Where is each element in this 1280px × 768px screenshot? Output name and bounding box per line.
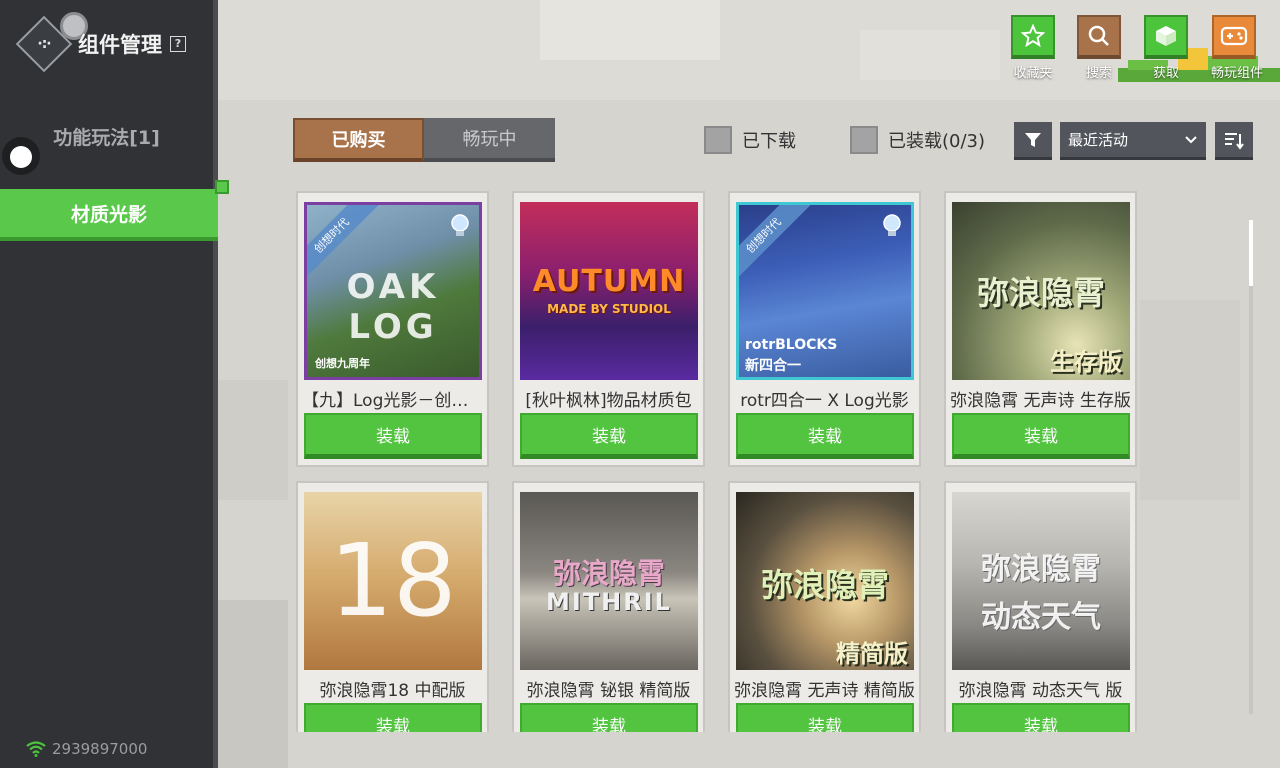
sort-order-button[interactable] (1215, 122, 1253, 160)
thumb-title: 弥浪隐霄 (760, 566, 889, 604)
search-button[interactable] (1077, 15, 1121, 59)
nav-indicator-dot (10, 146, 32, 168)
funnel-icon (1025, 132, 1041, 147)
filter-downloaded[interactable]: 已下载 (704, 126, 796, 154)
pack-title: 【九】Log光影－创想九周年 (302, 391, 483, 411)
equipped-label: 已装载(0/3) (888, 131, 986, 152)
scrollbar-track[interactable] (1249, 220, 1253, 714)
chevron-down-icon (1185, 135, 1197, 143)
wifi-icon (26, 741, 46, 757)
scrollbar-thumb[interactable] (1249, 220, 1253, 286)
favorites-button[interactable] (1011, 15, 1055, 59)
thumb-title: rotrBLOCKS (745, 337, 838, 353)
thumb-subtitle: 精简版 (836, 640, 908, 668)
equip-button[interactable]: 装载 (736, 703, 914, 732)
downloaded-label: 已下载 (742, 131, 796, 152)
pack-title: rotr四合一 X Log光影 (740, 391, 909, 411)
lightbulb-icon (451, 214, 469, 236)
tab-purchased[interactable]: 已购买 (293, 118, 424, 162)
pack-title: 弥浪隐霄 无声诗 生存版 (950, 391, 1131, 411)
thumb-title: 18 (329, 522, 457, 639)
network-id: 2939897000 (52, 740, 148, 758)
pack-title: 弥浪隐霄 无声诗 精简版 (734, 681, 915, 701)
obtain-tool[interactable]: 获取 (1143, 15, 1189, 81)
pack-thumbnail: 弥浪隐霄 精简版 (736, 492, 914, 670)
selection-marker (215, 180, 229, 194)
pack-thumbnail: AUTUMN MADE BY STUDIOL (520, 202, 698, 380)
pack-card[interactable]: 弥浪隐霄 MITHRIL 弥浪隐霄 铋银 精简版 装载 (512, 481, 705, 732)
pack-card[interactable]: 弥浪隐霄 生存版 弥浪隐霄 无声诗 生存版 装载 (944, 191, 1137, 467)
network-status: 2939897000 (26, 740, 147, 758)
sidebar-item-textures[interactable]: 材质光影 (0, 189, 218, 241)
thumb-title: OAK LOG (346, 267, 440, 347)
ribbon-badge: 创想时代 (739, 205, 811, 283)
thumb-subtitle: 创想九周年 (315, 357, 370, 370)
pack-thumbnail: 18 (304, 492, 482, 670)
search-icon (1088, 25, 1109, 46)
thumb-subtitle: 动态天气 (981, 600, 1101, 635)
favorites-label: 收藏夹 (1013, 66, 1053, 81)
sort-icon (1225, 132, 1244, 150)
gamepad-icon (1220, 26, 1248, 46)
equip-button[interactable]: 装载 (952, 703, 1130, 732)
sort-dropdown[interactable]: 最近活动 (1060, 122, 1206, 160)
lightbulb-icon (883, 214, 901, 236)
obtain-button[interactable] (1144, 15, 1188, 59)
pack-thumbnail: 弥浪隐霄 动态天气 (952, 492, 1130, 670)
pack-card[interactable]: 创想时代 OAK LOG 创想九周年 【九】Log光影－创想九周年 装载 (296, 191, 489, 467)
pack-title: 弥浪隐霄18 中配版 (319, 681, 466, 701)
sidebar-item-label: 材质光影 (70, 203, 147, 226)
equip-button[interactable]: 装载 (736, 413, 914, 459)
play-components-tool[interactable]: 畅玩组件 (1211, 15, 1264, 81)
equipped-checkbox[interactable] (850, 126, 878, 154)
thumb-title: AUTUMN (532, 264, 686, 299)
equip-button[interactable]: 装载 (304, 413, 482, 459)
search-tool[interactable]: 搜索 (1076, 15, 1122, 81)
thumb-title: 弥浪隐霄 (981, 552, 1101, 587)
equip-button[interactable]: 装载 (304, 703, 482, 732)
thumb-subtitle: MITHRIL (546, 588, 672, 616)
tab-bar: 已购买 畅玩中 (293, 118, 555, 162)
thumb-title: 弥浪隐霄 (552, 557, 665, 590)
pack-thumbnail: 创想时代 OAK LOG 创想九周年 (304, 202, 482, 380)
star-icon (1021, 24, 1045, 48)
equip-button[interactable]: 装载 (520, 413, 698, 459)
pack-thumbnail: 弥浪隐霄 MITHRIL (520, 492, 698, 670)
thumb-subtitle: 生存版 (1050, 348, 1122, 376)
pack-thumbnail: 弥浪隐霄 生存版 (952, 202, 1130, 380)
pack-title: 弥浪隐霄 铋银 精简版 (526, 681, 691, 701)
play-components-label: 畅玩组件 (1211, 66, 1264, 81)
sidebar-header: ·:· 组件管理 ? (15, 15, 186, 73)
thumb-title: 弥浪隐霄 (976, 274, 1105, 312)
pack-title: 弥浪隐霄 动态天气 版 (958, 681, 1123, 701)
pack-card[interactable]: 弥浪隐霄 精简版 弥浪隐霄 无声诗 精简版 装载 (728, 481, 921, 732)
pack-card[interactable]: 弥浪隐霄 动态天气 弥浪隐霄 动态天气 版 装载 (944, 481, 1137, 732)
component-logo-icon: ·:· (15, 15, 73, 73)
tab-playing[interactable]: 畅玩中 (424, 118, 555, 162)
page-title: 组件管理 (78, 33, 162, 57)
filter-equipped[interactable]: 已装载(0/3) (850, 126, 985, 154)
equip-button[interactable]: 装载 (952, 413, 1130, 459)
downloaded-checkbox[interactable] (704, 126, 732, 154)
play-components-button[interactable] (1212, 15, 1256, 59)
pack-title: [秋叶枫林]物品材质包 (525, 391, 692, 411)
sort-value: 最近活动 (1068, 131, 1129, 149)
filter-button[interactable] (1014, 122, 1052, 160)
sidebar-item-label: 功能玩法[1] (53, 126, 160, 149)
thumb-subtitle: MADE BY STUDIOL (547, 302, 671, 316)
thumb-subtitle: 新四合一 (745, 358, 801, 374)
help-icon[interactable]: ? (170, 36, 186, 52)
equip-button[interactable]: 装载 (520, 703, 698, 732)
pack-card[interactable]: 创想时代 rotrBLOCKS 新四合一 rotr四合一 X Log光影 装载 (728, 191, 921, 467)
obtain-label: 获取 (1152, 66, 1179, 81)
favorites-tool[interactable]: 收藏夹 (1010, 15, 1056, 81)
card-grid: 创想时代 OAK LOG 创想九周年 【九】Log光影－创想九周年 装载 AUT… (290, 186, 1150, 732)
grass-block-icon (1156, 26, 1176, 46)
sidebar-edge (213, 0, 218, 768)
pack-card[interactable]: AUTUMN MADE BY STUDIOL [秋叶枫林]物品材质包 装载 (512, 191, 705, 467)
search-label: 搜索 (1085, 66, 1112, 81)
pack-thumbnail: 创想时代 rotrBLOCKS 新四合一 (736, 202, 914, 380)
pack-card[interactable]: 18 弥浪隐霄18 中配版 装载 (296, 481, 489, 732)
